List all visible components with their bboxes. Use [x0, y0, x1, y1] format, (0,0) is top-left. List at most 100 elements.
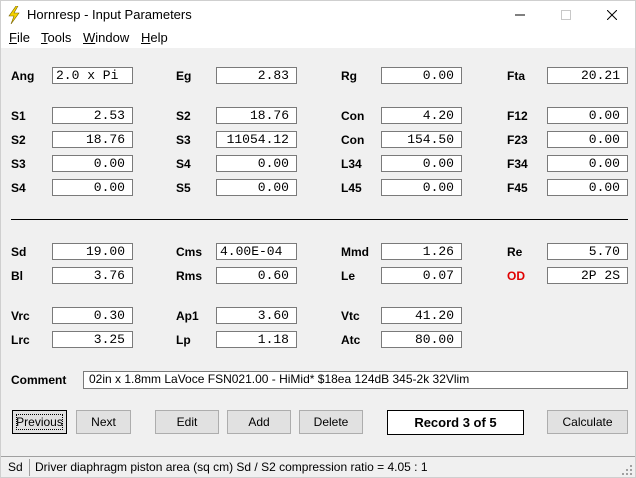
param-field-4-3[interactable]: 0.00 — [547, 179, 628, 196]
param-label-3-3: F34 — [507, 157, 528, 171]
param-label-5-3: Re — [507, 245, 523, 259]
param-label-7-0: Vrc — [11, 309, 30, 323]
minimize-button[interactable] — [497, 1, 543, 29]
previous-button-label: Previous — [16, 415, 63, 429]
param-field-3-1[interactable]: 0.00 — [216, 155, 297, 172]
section-divider — [11, 219, 628, 220]
param-label-8-2: Atc — [341, 333, 361, 347]
close-button[interactable] — [589, 1, 635, 29]
menu-tools[interactable]: Tools — [41, 30, 71, 45]
comment-label: Comment — [11, 373, 67, 387]
menu-window[interactable]: Window — [83, 30, 129, 45]
param-label-2-1: S3 — [176, 133, 191, 147]
param-label-0-0: Ang — [11, 69, 35, 83]
param-field-2-0[interactable]: 18.76 — [52, 131, 133, 148]
delete-button[interactable]: Delete — [299, 410, 363, 434]
param-label-6-2: Le — [341, 269, 356, 283]
maximize-button[interactable] — [543, 1, 589, 29]
resize-grip-icon[interactable] — [621, 464, 633, 476]
param-field-8-2[interactable]: 80.00 — [381, 331, 462, 348]
param-field-3-2[interactable]: 0.00 — [381, 155, 462, 172]
next-button[interactable]: Next — [76, 410, 131, 434]
param-field-6-0[interactable]: 3.76 — [52, 267, 133, 284]
next-button-label: Next — [91, 415, 116, 429]
param-label-5-1: Cms — [176, 245, 203, 259]
param-field-6-1[interactable]: 0.60 — [216, 267, 297, 284]
param-field-6-3[interactable]: 2P 2S — [547, 267, 628, 284]
param-label-4-2: L45 — [341, 181, 362, 195]
param-field-0-2[interactable]: 0.00 — [381, 67, 462, 84]
param-label-1-3: F12 — [507, 109, 528, 123]
param-field-1-3[interactable]: 0.00 — [547, 107, 628, 124]
minimize-icon — [515, 14, 525, 16]
param-field-0-0[interactable]: 2.0 x Pi — [52, 67, 133, 84]
add-button[interactable]: Add — [227, 410, 291, 434]
hornresp-window: Hornresp - Input Parameters File Tools W… — [0, 0, 636, 478]
param-field-8-0[interactable]: 3.25 — [52, 331, 133, 348]
param-label-5-2: Mmd — [341, 245, 369, 259]
param-field-3-3[interactable]: 0.00 — [547, 155, 628, 172]
param-label-8-1: Lp — [176, 333, 191, 347]
param-label-3-1: S4 — [176, 157, 191, 171]
edit-button-label: Edit — [176, 415, 198, 429]
param-field-1-1[interactable]: 18.76 — [216, 107, 297, 124]
lightning-bolt-icon — [8, 6, 20, 24]
param-field-0-3[interactable]: 20.21 — [547, 67, 628, 84]
param-field-8-1[interactable]: 1.18 — [216, 331, 297, 348]
maximize-icon — [561, 10, 571, 20]
param-label-2-0: S2 — [11, 133, 26, 147]
param-label-4-3: F45 — [507, 181, 528, 195]
status-separator — [29, 459, 30, 476]
param-field-7-1[interactable]: 3.60 — [216, 307, 297, 324]
param-field-2-3[interactable]: 0.00 — [547, 131, 628, 148]
param-field-7-0[interactable]: 0.30 — [52, 307, 133, 324]
param-field-4-1[interactable]: 0.00 — [216, 179, 297, 196]
param-field-1-0[interactable]: 2.53 — [52, 107, 133, 124]
param-field-6-2[interactable]: 0.07 — [381, 267, 462, 284]
param-field-5-2[interactable]: 1.26 — [381, 243, 462, 260]
menu-bar: File Tools Window Help — [1, 29, 635, 48]
status-bar: Sd Driver diaphragm piston area (sq cm) … — [1, 456, 635, 477]
param-field-5-1[interactable]: 4.00E-04 — [216, 243, 297, 260]
param-label-3-0: S3 — [11, 157, 26, 171]
param-label-1-0: S1 — [11, 109, 26, 123]
param-field-5-3[interactable]: 5.70 — [547, 243, 628, 260]
param-label-4-1: S5 — [176, 181, 191, 195]
param-field-1-2[interactable]: 4.20 — [381, 107, 462, 124]
title-bar: Hornresp - Input Parameters — [1, 1, 635, 29]
param-label-1-2: Con — [341, 109, 365, 123]
param-label-2-2: Con — [341, 133, 365, 147]
param-label-8-0: Lrc — [11, 333, 30, 347]
delete-button-label: Delete — [313, 415, 349, 429]
param-label-6-1: Rms — [176, 269, 203, 283]
param-label-2-3: F23 — [507, 133, 528, 147]
calculate-button-label: Calculate — [562, 415, 613, 429]
param-label-4-0: S4 — [11, 181, 26, 195]
menu-file[interactable]: File — [9, 30, 30, 45]
param-label-3-2: L34 — [341, 157, 362, 171]
param-field-4-2[interactable]: 0.00 — [381, 179, 462, 196]
param-label-0-3: Fta — [507, 69, 525, 83]
param-field-5-0[interactable]: 19.00 — [52, 243, 133, 260]
record-indicator: Record 3 of 5 — [387, 410, 524, 435]
param-field-2-1[interactable]: 11054.12 — [216, 131, 297, 148]
status-description: Driver diaphragm piston area (sq cm) Sd … — [35, 460, 428, 474]
param-label-1-1: S2 — [176, 109, 191, 123]
status-field-name: Sd — [8, 460, 23, 474]
close-icon — [607, 10, 617, 20]
menu-help[interactable]: Help — [141, 30, 168, 45]
param-field-7-2[interactable]: 41.20 — [381, 307, 462, 324]
param-field-3-0[interactable]: 0.00 — [52, 155, 133, 172]
edit-button[interactable]: Edit — [155, 410, 219, 434]
window-title: Hornresp - Input Parameters — [27, 7, 192, 22]
param-field-4-0[interactable]: 0.00 — [52, 179, 133, 196]
param-label-0-1: Eg — [176, 69, 192, 83]
param-label-6-3: OD — [507, 269, 525, 283]
param-field-2-2[interactable]: 154.50 — [381, 131, 462, 148]
param-field-0-1[interactable]: 2.83 — [216, 67, 297, 84]
calculate-button[interactable]: Calculate — [547, 410, 628, 434]
add-button-label: Add — [248, 415, 270, 429]
param-label-0-2: Rg — [341, 69, 357, 83]
comment-field[interactable]: 02in x 1.8mm LaVoce FSN021.00 - HiMid* $… — [83, 371, 628, 389]
previous-button[interactable]: Previous — [12, 410, 67, 434]
